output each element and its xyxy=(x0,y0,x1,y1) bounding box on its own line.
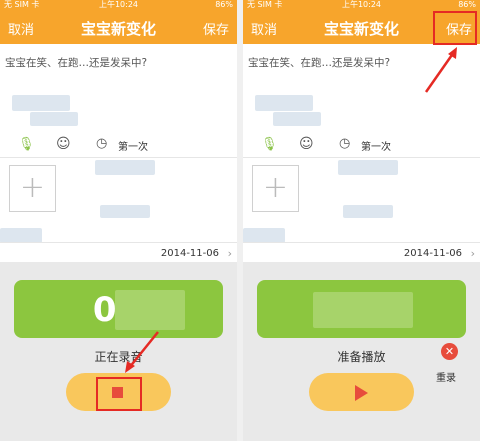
chevron-right-icon: › xyxy=(470,247,475,260)
post-text-input[interactable]: 宝宝在笑、在跑…还是发呆中? xyxy=(248,55,390,70)
blurred-region xyxy=(273,112,321,126)
nav-bar: 取消 宝宝新变化 保存 xyxy=(0,10,237,44)
microphone-icon[interactable]: 🎙 xyxy=(18,137,35,152)
blurred-region xyxy=(100,205,150,218)
blurred-region xyxy=(255,95,313,111)
redo-label[interactable]: 重录 xyxy=(436,369,456,384)
blurred-region xyxy=(115,290,185,330)
highlight-box xyxy=(96,377,142,411)
clock-text: 上午10:24 xyxy=(98,0,139,9)
emoji-icon[interactable]: ☺ xyxy=(299,136,314,152)
status-bar: 无 SIM 卡 上午10:24 86% xyxy=(243,0,480,10)
redo-recording-icon[interactable]: ✕ xyxy=(441,343,458,360)
play-icon[interactable] xyxy=(355,385,368,401)
blurred-region xyxy=(30,112,78,126)
blurred-region xyxy=(0,228,42,243)
post-text-input[interactable]: 宝宝在笑、在跑…还是发呆中? xyxy=(5,55,147,70)
highlight-box xyxy=(433,11,477,45)
date-text[interactable]: 2014-11-06 xyxy=(404,248,462,259)
screen-ready-to-play: 无 SIM 卡 上午10:24 86% 取消 宝宝新变化 保存 宝宝在笑、在跑…… xyxy=(243,0,480,441)
screen-recording: 无 SIM 卡 上午10:24 86% 取消 宝宝新变化 保存 宝宝在笑、在跑…… xyxy=(0,0,237,441)
add-photo-button[interactable]: + xyxy=(9,165,56,212)
first-time-label[interactable]: 第一次 xyxy=(118,138,148,153)
emoji-icon[interactable]: ☺ xyxy=(56,136,71,152)
clock-icon[interactable]: ◷ xyxy=(339,136,350,151)
page-title: 宝宝新变化 xyxy=(80,20,156,38)
blurred-region xyxy=(343,205,393,218)
date-text[interactable]: 2014-11-06 xyxy=(161,248,219,259)
save-button[interactable]: 保存 xyxy=(203,19,229,38)
blurred-region xyxy=(338,160,398,175)
first-time-label[interactable]: 第一次 xyxy=(361,138,391,153)
clock-text: 上午10:24 xyxy=(341,0,382,9)
divider xyxy=(0,157,237,158)
toolbar: 🎙 ☺ ◷ 第一次 xyxy=(243,135,480,155)
clock-icon[interactable]: ◷ xyxy=(96,136,107,151)
nav-bar: 取消 宝宝新变化 保存 xyxy=(243,10,480,45)
blurred-region xyxy=(243,228,285,243)
divider xyxy=(0,242,237,243)
recording-status-text: 正在录音 xyxy=(94,350,143,364)
add-photo-button[interactable]: + xyxy=(252,165,299,212)
blurred-region xyxy=(12,95,70,111)
blurred-region xyxy=(313,292,413,328)
divider xyxy=(243,157,480,158)
status-bar: 无 SIM 卡 上午10:24 86% xyxy=(0,0,237,10)
blurred-region xyxy=(95,160,155,175)
battery-text: 86% xyxy=(458,0,476,9)
chevron-right-icon: › xyxy=(227,247,232,260)
battery-text: 86% xyxy=(215,0,233,9)
toolbar: 🎙 ☺ ◷ 第一次 xyxy=(0,135,237,155)
microphone-icon[interactable]: 🎙 xyxy=(261,137,278,152)
divider xyxy=(243,242,480,243)
